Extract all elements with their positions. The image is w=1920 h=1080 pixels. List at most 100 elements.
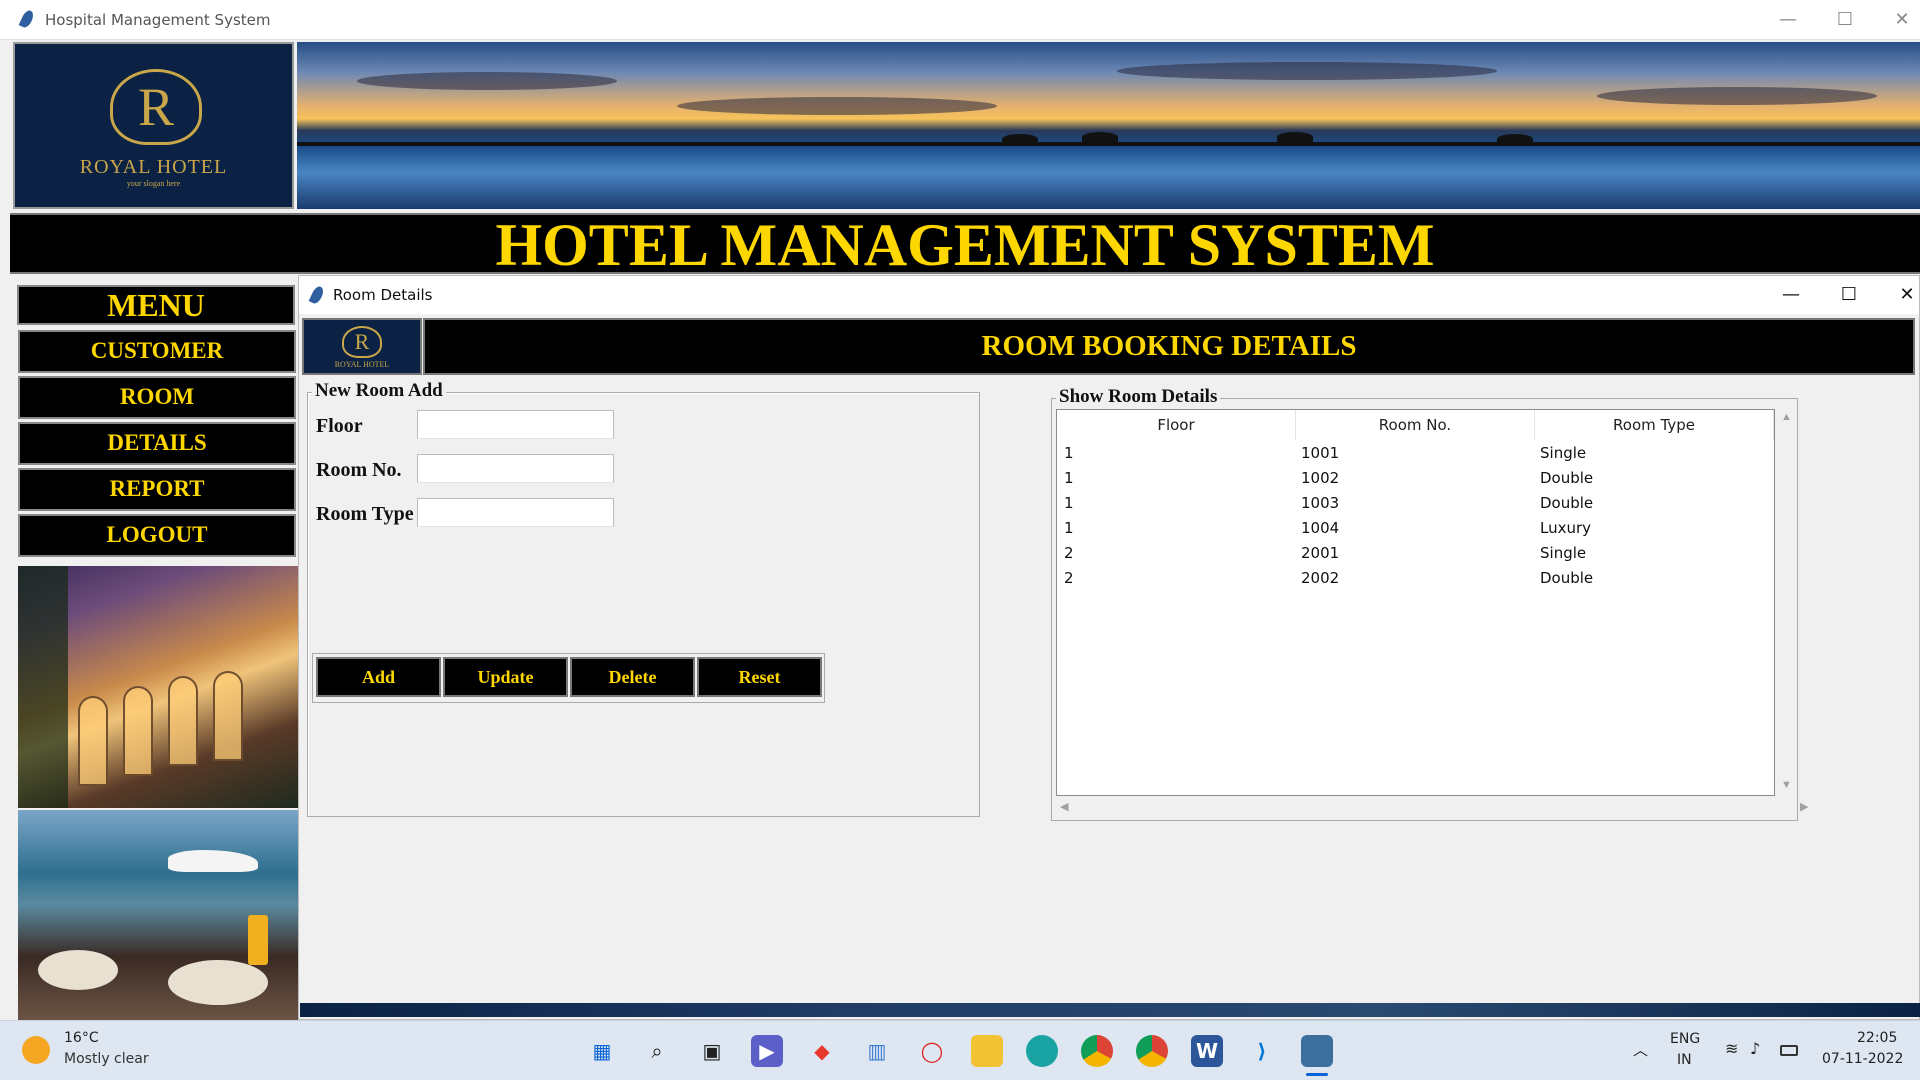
wifi-icon[interactable]: ≋: [1725, 1039, 1738, 1058]
add-button[interactable]: Add: [316, 657, 441, 697]
cell-floor: 1: [1064, 494, 1074, 512]
table-row[interactable]: 1 1004 Luxury: [1057, 516, 1774, 541]
task-view-icon[interactable]: ▣: [696, 1035, 728, 1067]
weather-temp[interactable]: 16°C: [64, 1030, 99, 1046]
reset-button[interactable]: Reset: [697, 657, 822, 697]
language-code[interactable]: ENG: [1670, 1031, 1700, 1047]
menu-customer-button[interactable]: CUSTOMER: [18, 330, 296, 373]
vscode-icon[interactable]: ⟩: [1246, 1035, 1278, 1067]
room-no-label: Room No.: [316, 459, 402, 481]
cell-room-no: 2001: [1301, 544, 1340, 562]
weather-moon-icon[interactable]: [22, 1036, 50, 1064]
hotel-courtyard-image: [18, 566, 298, 808]
show-hidden-icons-chevron-icon[interactable]: ︿: [1633, 1039, 1648, 1060]
cell-room-type: Double: [1540, 469, 1594, 487]
python-icon[interactable]: [1301, 1035, 1333, 1067]
chrome-icon[interactable]: [1081, 1035, 1113, 1067]
menu-logout-button[interactable]: LOGOUT: [18, 514, 296, 557]
room-no-input[interactable]: [417, 454, 614, 483]
main-page-title: HOTEL MANAGEMENT SYSTEM: [10, 213, 1920, 275]
scroll-right-arrow-icon[interactable]: ▶: [1800, 800, 1808, 813]
room-details-table[interactable]: Floor Room No. Room Type 1 1001 Single 1…: [1056, 409, 1775, 796]
room-type-label: Room Type: [316, 503, 414, 525]
table-horizontal-scrollbar[interactable]: ◀ ▶: [1056, 796, 1808, 818]
main-maximize-button[interactable]: ☐: [1825, 6, 1865, 34]
chat-icon[interactable]: ▶: [751, 1035, 783, 1067]
clock-date[interactable]: 07-11-2022: [1822, 1051, 1903, 1067]
chrome-profile-icon[interactable]: [1136, 1035, 1168, 1067]
room-booking-header: ROOM BOOKING DETAILS: [423, 318, 1915, 375]
office-icon[interactable]: ◆: [806, 1035, 838, 1067]
room-window-logo: R ROYAL HOTEL: [302, 318, 422, 375]
search-icon[interactable]: ⌕: [641, 1035, 673, 1067]
scroll-up-arrow-icon[interactable]: ▲: [1781, 411, 1792, 423]
room-window-feather-icon: [308, 284, 326, 306]
active-app-indicator: [1306, 1073, 1328, 1076]
scroll-left-arrow-icon[interactable]: ◀: [1060, 800, 1068, 813]
floor-label: Floor: [316, 415, 363, 437]
table-vertical-scrollbar[interactable]: ▲ ▼: [1775, 409, 1797, 796]
hotel-logo: R ROYAL HOTEL your slogan here: [13, 42, 294, 209]
windows-start-icon[interactable]: ▦: [586, 1035, 618, 1067]
cell-floor: 2: [1064, 544, 1074, 562]
battery-icon[interactable]: [1780, 1045, 1798, 1056]
update-button[interactable]: Update: [443, 657, 568, 697]
column-header-room-no[interactable]: Room No.: [1296, 410, 1535, 440]
table-row[interactable]: 2 2001 Single: [1057, 541, 1774, 566]
room-minimize-button[interactable]: —: [1769, 281, 1813, 309]
volume-icon[interactable]: ♪: [1750, 1039, 1760, 1058]
cell-room-type: Double: [1540, 494, 1594, 512]
taskbar: 16°C Mostly clear ▦ ⌕ ▣ ▶ ◆ ▥ ◯ W ⟩ ︿ EN…: [0, 1020, 1920, 1080]
weather-desc[interactable]: Mostly clear: [64, 1051, 149, 1067]
cell-room-type: Single: [1540, 444, 1587, 462]
menu-details-button[interactable]: DETAILS: [18, 422, 296, 465]
cell-room-no: 1001: [1301, 444, 1340, 462]
cell-room-type: Double: [1540, 569, 1594, 587]
table-row[interactable]: 1 1002 Double: [1057, 466, 1774, 491]
cell-room-no: 1004: [1301, 519, 1340, 537]
cell-floor: 2: [1064, 569, 1074, 587]
table-row[interactable]: 2 2002 Double: [1057, 566, 1774, 591]
menu-room-button[interactable]: ROOM: [18, 376, 296, 419]
column-header-room-type[interactable]: Room Type: [1535, 410, 1774, 440]
table-row[interactable]: 1 1001 Single: [1057, 441, 1774, 466]
new-room-frame: New Room Add Floor Room No. Room Type: [307, 380, 980, 817]
language-region[interactable]: IN: [1677, 1052, 1692, 1068]
table-row[interactable]: 1 1003 Double: [1057, 491, 1774, 516]
room-type-input[interactable]: [417, 498, 614, 527]
file-explorer-icon[interactable]: [971, 1035, 1003, 1067]
room-details-window: Room Details — ☐ ✕ R ROYAL HOTEL ROOM BO…: [298, 275, 1920, 1020]
room-details-titlebar: Room Details — ☐ ✕: [299, 276, 1919, 314]
cell-floor: 1: [1064, 444, 1074, 462]
menu-title: MENU: [17, 285, 295, 325]
main-minimize-button[interactable]: —: [1768, 6, 1808, 34]
cell-room-type: Single: [1540, 544, 1587, 562]
floor-input[interactable]: [417, 410, 614, 439]
yacht-dining-image: [18, 810, 298, 1020]
logo-slogan: your slogan here: [126, 179, 181, 188]
room-maximize-button[interactable]: ☐: [1827, 281, 1871, 309]
opera-icon[interactable]: ◯: [916, 1035, 948, 1067]
cell-room-no: 1003: [1301, 494, 1340, 512]
room-details-window-title: Room Details: [333, 286, 433, 304]
cell-room-no: 1002: [1301, 469, 1340, 487]
resource-monitor-icon[interactable]: ▥: [861, 1035, 893, 1067]
room-close-button[interactable]: ✕: [1885, 281, 1920, 309]
edge-icon[interactable]: [1026, 1035, 1058, 1067]
main-window-title: Hospital Management System: [45, 11, 271, 29]
scroll-down-arrow-icon[interactable]: ▼: [1781, 779, 1792, 791]
clock-time[interactable]: 22:05: [1857, 1030, 1897, 1046]
app-feather-icon: [18, 8, 36, 30]
cell-room-type: Luxury: [1540, 519, 1592, 537]
menu-report-button[interactable]: REPORT: [18, 468, 296, 511]
cell-room-no: 2002: [1301, 569, 1340, 587]
word-icon[interactable]: W: [1191, 1035, 1223, 1067]
room-logo-name: ROYAL HOTEL: [334, 360, 390, 369]
cell-floor: 1: [1064, 469, 1074, 487]
new-room-frame-label: New Room Add: [312, 380, 446, 402]
crest-icon: R: [110, 69, 202, 145]
logo-name: ROYAL HOTEL: [79, 156, 228, 178]
main-close-button[interactable]: ✕: [1882, 6, 1920, 34]
delete-button[interactable]: Delete: [570, 657, 695, 697]
column-header-floor[interactable]: Floor: [1057, 410, 1296, 440]
